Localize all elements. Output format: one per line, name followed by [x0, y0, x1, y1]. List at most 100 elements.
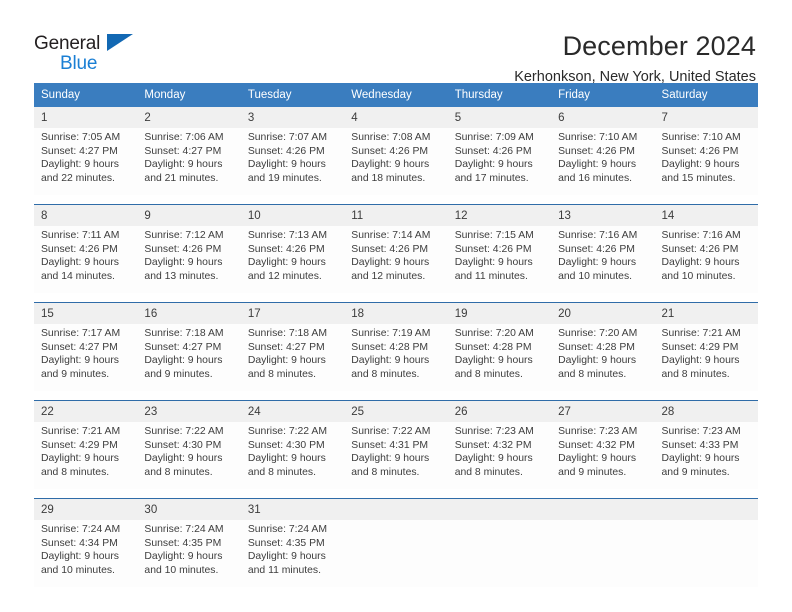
daylight-text-line2: and 10 minutes.: [144, 564, 219, 576]
sunset-text: Sunset: 4:33 PM: [661, 439, 739, 451]
day-cell[interactable]: Sunrise: 7:06 AM Sunset: 4:27 PM Daylight:…: [137, 128, 240, 195]
sunrise-text: Sunrise: 7:13 AM: [247, 230, 327, 241]
day-cell[interactable]: Sunrise: 7:10 AM Sunset: 4:26 PM Daylight:…: [551, 128, 654, 195]
day-cell[interactable]: Sunrise: 7:17 AM Sunset: 4:27 PM Daylight:…: [34, 324, 137, 391]
day-number[interactable]: 11: [344, 205, 447, 226]
day-cell-empty: [551, 520, 654, 587]
day-cell-empty: [344, 520, 447, 587]
sunset-text: Sunset: 4:32 PM: [454, 439, 532, 451]
day-number[interactable]: 17: [241, 303, 344, 324]
day-number[interactable]: 3: [241, 107, 344, 128]
sunrise-text: Sunrise: 7:22 AM: [351, 426, 431, 437]
day-cell[interactable]: Sunrise: 7:18 AM Sunset: 4:27 PM Daylight:…: [241, 324, 344, 391]
daylight-text-line2: and 12 minutes.: [247, 270, 322, 282]
sunset-text: Sunset: 4:26 PM: [41, 243, 118, 255]
daylight-text-line2: and 16 minutes.: [558, 172, 633, 184]
day-number[interactable]: 16: [137, 303, 240, 324]
day-number[interactable]: 23: [137, 401, 240, 422]
day-number[interactable]: 19: [448, 303, 551, 324]
day-number-band: 1234567: [34, 107, 758, 128]
day-cell[interactable]: Sunrise: 7:12 AM Sunset: 4:26 PM Daylight:…: [137, 226, 240, 293]
day-cell[interactable]: Sunrise: 7:22 AM Sunset: 4:30 PM Daylight:…: [241, 422, 344, 489]
daylight-text-line1: Daylight: 9 hours: [454, 159, 533, 171]
day-number[interactable]: 18: [344, 303, 447, 324]
day-cell[interactable]: Sunrise: 7:20 AM Sunset: 4:28 PM Daylight:…: [448, 324, 551, 391]
day-cell[interactable]: Sunrise: 7:07 AM Sunset: 4:26 PM Daylight:…: [241, 128, 344, 195]
day-cell[interactable]: Sunrise: 7:24 AM Sunset: 4:35 PM Daylight:…: [241, 520, 344, 587]
day-cell[interactable]: Sunrise: 7:16 AM Sunset: 4:26 PM Daylight:…: [655, 226, 758, 293]
daylight-text-line1: Daylight: 9 hours: [454, 453, 533, 465]
day-number[interactable]: 7: [655, 107, 758, 128]
day-detail-band: Sunrise: 7:24 AM Sunset: 4:34 PM Daylight:…: [34, 520, 758, 587]
day-number[interactable]: 31: [241, 499, 344, 520]
daylight-text-line2: and 17 minutes.: [454, 172, 529, 184]
day-cell[interactable]: Sunrise: 7:05 AM Sunset: 4:27 PM Daylight:…: [34, 128, 137, 195]
day-cell[interactable]: Sunrise: 7:24 AM Sunset: 4:34 PM Daylight:…: [34, 520, 137, 587]
day-number[interactable]: 30: [137, 499, 240, 520]
daylight-text-line1: Daylight: 9 hours: [661, 453, 740, 465]
week-spacer: [34, 293, 758, 302]
day-number[interactable]: 14: [655, 205, 758, 226]
daylight-text-line1: Daylight: 9 hours: [247, 551, 326, 563]
week-block: 29 30 31 Sunrise: 7:24 AM Sunset: 4:34 PM Day…: [34, 499, 758, 587]
day-cell[interactable]: Sunrise: 7:21 AM Sunset: 4:29 PM Daylight:…: [34, 422, 137, 489]
sunrise-text: Sunrise: 7:24 AM: [247, 524, 327, 535]
sunset-text: Sunset: 4:26 PM: [144, 243, 222, 255]
day-number[interactable]: 24: [241, 401, 344, 422]
day-number[interactable]: 25: [344, 401, 447, 422]
day-number[interactable]: 5: [448, 107, 551, 128]
day-number[interactable]: 10: [241, 205, 344, 226]
daylight-text-line2: and 10 minutes.: [661, 270, 736, 282]
day-cell[interactable]: Sunrise: 7:22 AM Sunset: 4:31 PM Daylight:…: [344, 422, 447, 489]
day-cell[interactable]: Sunrise: 7:16 AM Sunset: 4:26 PM Daylight:…: [551, 226, 654, 293]
day-number[interactable]: 12: [448, 205, 551, 226]
day-cell[interactable]: Sunrise: 7:09 AM Sunset: 4:26 PM Daylight:…: [448, 128, 551, 195]
day-number[interactable]: 1: [34, 107, 137, 128]
day-cell[interactable]: Sunrise: 7:08 AM Sunset: 4:26 PM Daylight:…: [344, 128, 447, 195]
day-cell[interactable]: Sunrise: 7:23 AM Sunset: 4:32 PM Daylight:…: [551, 422, 654, 489]
daylight-text-line2: and 8 minutes.: [144, 466, 213, 478]
day-number[interactable]: 20: [551, 303, 654, 324]
page-header: General Blue December 2024 Kerhonkson, N…: [0, 0, 792, 85]
day-cell[interactable]: Sunrise: 7:21 AM Sunset: 4:29 PM Daylight:…: [655, 324, 758, 391]
day-number[interactable]: 6: [551, 107, 654, 128]
day-number[interactable]: 21: [655, 303, 758, 324]
week-spacer: [34, 391, 758, 400]
day-cell[interactable]: Sunrise: 7:10 AM Sunset: 4:26 PM Daylight:…: [655, 128, 758, 195]
day-cell[interactable]: Sunrise: 7:14 AM Sunset: 4:26 PM Daylight:…: [344, 226, 447, 293]
day-number[interactable]: 13: [551, 205, 654, 226]
sunrise-text: Sunrise: 7:23 AM: [661, 426, 741, 437]
daylight-text-line1: Daylight: 9 hours: [247, 453, 326, 465]
day-cell[interactable]: Sunrise: 7:22 AM Sunset: 4:30 PM Daylight:…: [137, 422, 240, 489]
sunrise-text: Sunrise: 7:16 AM: [558, 230, 638, 241]
day-number[interactable]: 4: [344, 107, 447, 128]
day-cell[interactable]: Sunrise: 7:23 AM Sunset: 4:33 PM Daylight:…: [655, 422, 758, 489]
day-number[interactable]: 2: [137, 107, 240, 128]
day-cell[interactable]: Sunrise: 7:15 AM Sunset: 4:26 PM Daylight:…: [448, 226, 551, 293]
calendar-week-row: 29 30 31 Sunrise: 7:24 AM Sunset: 4:34 PM Day…: [34, 498, 758, 587]
day-cell[interactable]: Sunrise: 7:13 AM Sunset: 4:26 PM Daylight:…: [241, 226, 344, 293]
day-number[interactable]: 29: [34, 499, 137, 520]
day-cell[interactable]: Sunrise: 7:11 AM Sunset: 4:26 PM Daylight:…: [34, 226, 137, 293]
weekday-header-saturday: Saturday: [661, 89, 708, 101]
day-cell[interactable]: Sunrise: 7:23 AM Sunset: 4:32 PM Daylight:…: [448, 422, 551, 489]
day-cell[interactable]: Sunrise: 7:24 AM Sunset: 4:35 PM Daylight:…: [137, 520, 240, 587]
day-cell[interactable]: Sunrise: 7:18 AM Sunset: 4:27 PM Daylight:…: [137, 324, 240, 391]
sunset-text: Sunset: 4:26 PM: [247, 145, 325, 157]
day-cell[interactable]: Sunrise: 7:20 AM Sunset: 4:28 PM Daylight:…: [551, 324, 654, 391]
day-cell[interactable]: Sunrise: 7:19 AM Sunset: 4:28 PM Daylight:…: [344, 324, 447, 391]
day-number[interactable]: 9: [137, 205, 240, 226]
day-number[interactable]: 15: [34, 303, 137, 324]
sunset-text: Sunset: 4:31 PM: [351, 439, 429, 451]
day-number[interactable]: 8: [34, 205, 137, 226]
day-number[interactable]: 28: [655, 401, 758, 422]
day-number-empty: [448, 499, 551, 520]
day-number[interactable]: 26: [448, 401, 551, 422]
daylight-text-line1: Daylight: 9 hours: [351, 257, 430, 269]
daylight-text-line1: Daylight: 9 hours: [351, 355, 430, 367]
day-detail-band: Sunrise: 7:17 AM Sunset: 4:27 PM Daylight:…: [34, 324, 758, 391]
week-block: 8 9 10 11 12 13 14 Sunrise: 7:11 AM Sunset: 4:26…: [34, 205, 758, 293]
day-number[interactable]: 27: [551, 401, 654, 422]
daylight-text-line1: Daylight: 9 hours: [144, 453, 223, 465]
day-number[interactable]: 22: [34, 401, 137, 422]
